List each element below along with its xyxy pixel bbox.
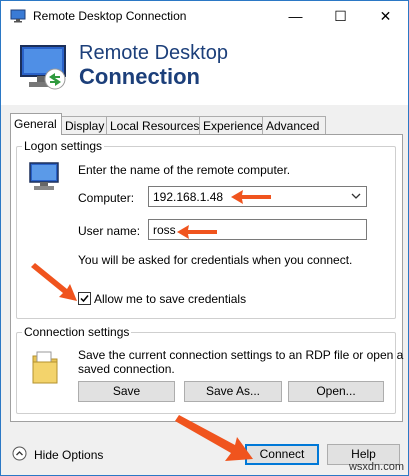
remote-desktop-monitor-icon <box>20 45 66 90</box>
close-button[interactable]: ✕ <box>363 1 408 32</box>
maximize-button[interactable]: ☐ <box>318 1 363 32</box>
chevron-down-icon[interactable] <box>349 189 363 203</box>
save-credentials-checkbox[interactable] <box>78 292 91 305</box>
folder-document-icon <box>32 351 58 384</box>
tab-label: General <box>14 117 57 131</box>
save-button[interactable]: Save <box>78 381 175 402</box>
connection-settings-legend: Connection settings <box>24 325 130 339</box>
tab-advanced[interactable]: Advanced <box>262 116 326 135</box>
logon-instruction: Enter the name of the remote computer. <box>78 163 291 177</box>
logon-settings-legend: Logon settings <box>24 139 103 153</box>
title-bar[interactable]: Remote Desktop Connection — ☐ ✕ <box>1 1 408 32</box>
tab-general[interactable]: General <box>10 113 62 135</box>
close-icon: ✕ <box>379 8 392 24</box>
save-credentials-label[interactable]: Allow me to save credentials <box>94 292 246 306</box>
connection-description-line1: Save the current connection settings to … <box>78 348 404 362</box>
banner-title-line1: Remote Desktop <box>79 42 228 64</box>
watermark-text: wsxdn.com <box>348 461 404 473</box>
connection-description-line2: saved connection. <box>78 362 175 376</box>
credentials-note: You will be asked for credentials when y… <box>78 253 353 267</box>
minimize-button[interactable]: — <box>273 1 318 32</box>
tab-label: Experience <box>203 119 264 133</box>
banner-title-line2: Connection <box>79 64 200 89</box>
window-title: Remote Desktop Connection <box>33 9 187 23</box>
annotation-arrow-computer <box>231 190 271 204</box>
annotation-arrow-username <box>177 225 217 239</box>
collapse-options-icon[interactable] <box>12 446 27 461</box>
remote-desktop-window: Remote Desktop Connection — ☐ ✕ Remote D… <box>0 0 409 476</box>
username-label: User name: <box>78 224 141 238</box>
annotation-arrow-save-credentials <box>31 263 77 301</box>
tab-local-resources[interactable]: Local Resources <box>106 116 200 135</box>
tab-label: Local Resources <box>110 119 200 133</box>
checkmark-icon <box>80 295 89 303</box>
minimize-icon: — <box>288 8 303 24</box>
computer-label: Computer: <box>78 191 135 205</box>
header-banner: Remote Desktop Connection <box>1 32 408 105</box>
connect-button[interactable]: Connect <box>245 444 319 465</box>
remote-desktop-app-icon <box>10 9 26 23</box>
annotation-arrow-connect <box>175 415 253 461</box>
maximize-icon: ☐ <box>334 8 347 24</box>
hide-options-link[interactable]: Hide Options <box>34 448 103 462</box>
save-as-button[interactable]: Save As... <box>184 381 282 402</box>
tab-label: Display <box>65 119 105 133</box>
open-button[interactable]: Open... <box>288 381 384 402</box>
computer-value: 192.168.1.48 <box>153 190 224 204</box>
computer-icon <box>29 162 59 190</box>
tab-label: Advanced <box>266 119 320 133</box>
tab-display[interactable]: Display <box>61 116 107 135</box>
tab-experience[interactable]: Experience <box>199 116 263 135</box>
